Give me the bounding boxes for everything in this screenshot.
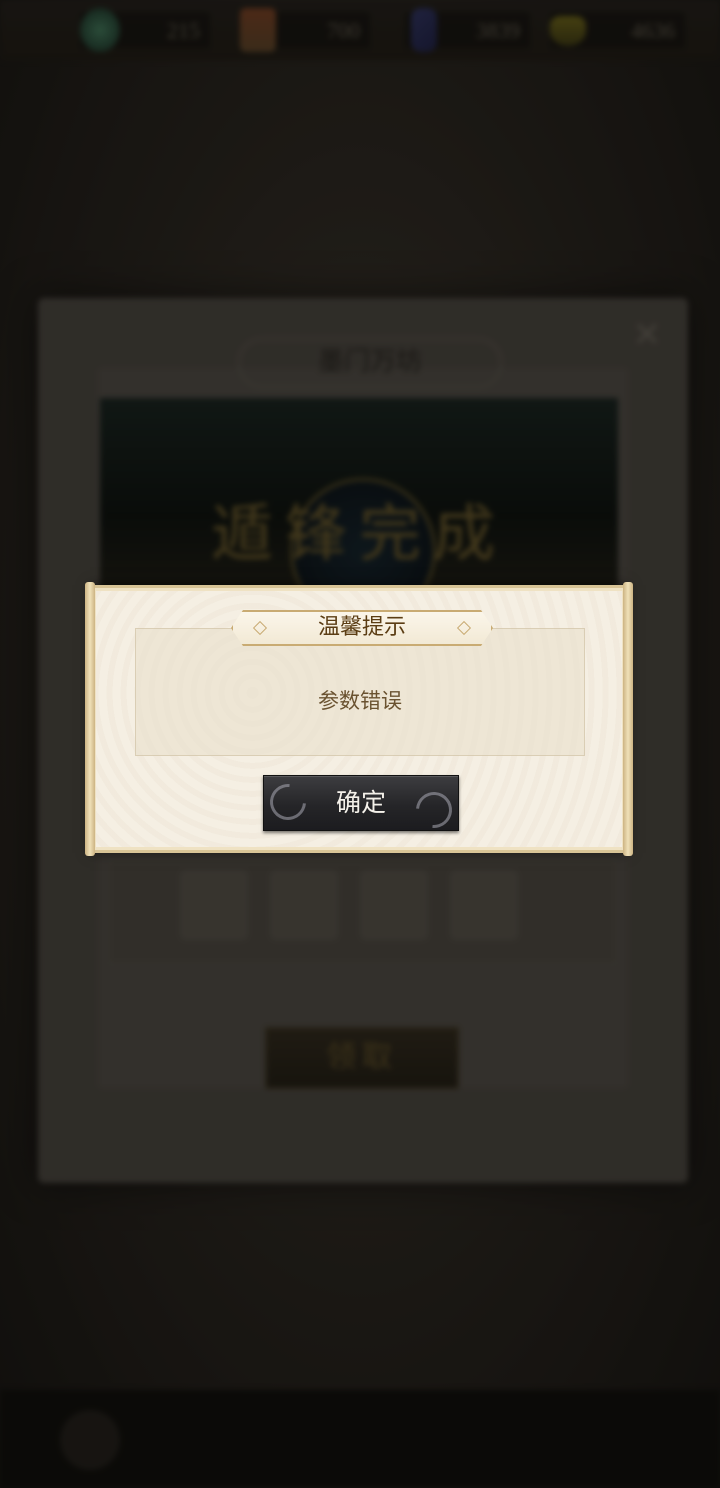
dialog-title-plate: 温馨提示 bbox=[231, 610, 493, 646]
game-screen: 215 700 3839 4636 墨门万坊 ✕ 遁锋完成 领取 参数错误 温馨… bbox=[0, 0, 720, 1488]
confirm-button-label: 确定 bbox=[335, 788, 386, 817]
message-panel: 参数错误 bbox=[135, 628, 585, 756]
confirm-button[interactable]: 确定 bbox=[262, 775, 460, 836]
scroll-edge-right bbox=[623, 582, 633, 856]
dialog-title: 温馨提示 bbox=[317, 615, 406, 640]
scroll-edge-left bbox=[85, 582, 95, 856]
notice-dialog: 参数错误 温馨提示 确定 bbox=[85, 582, 633, 856]
dialog-message: 参数错误 bbox=[318, 689, 402, 713]
